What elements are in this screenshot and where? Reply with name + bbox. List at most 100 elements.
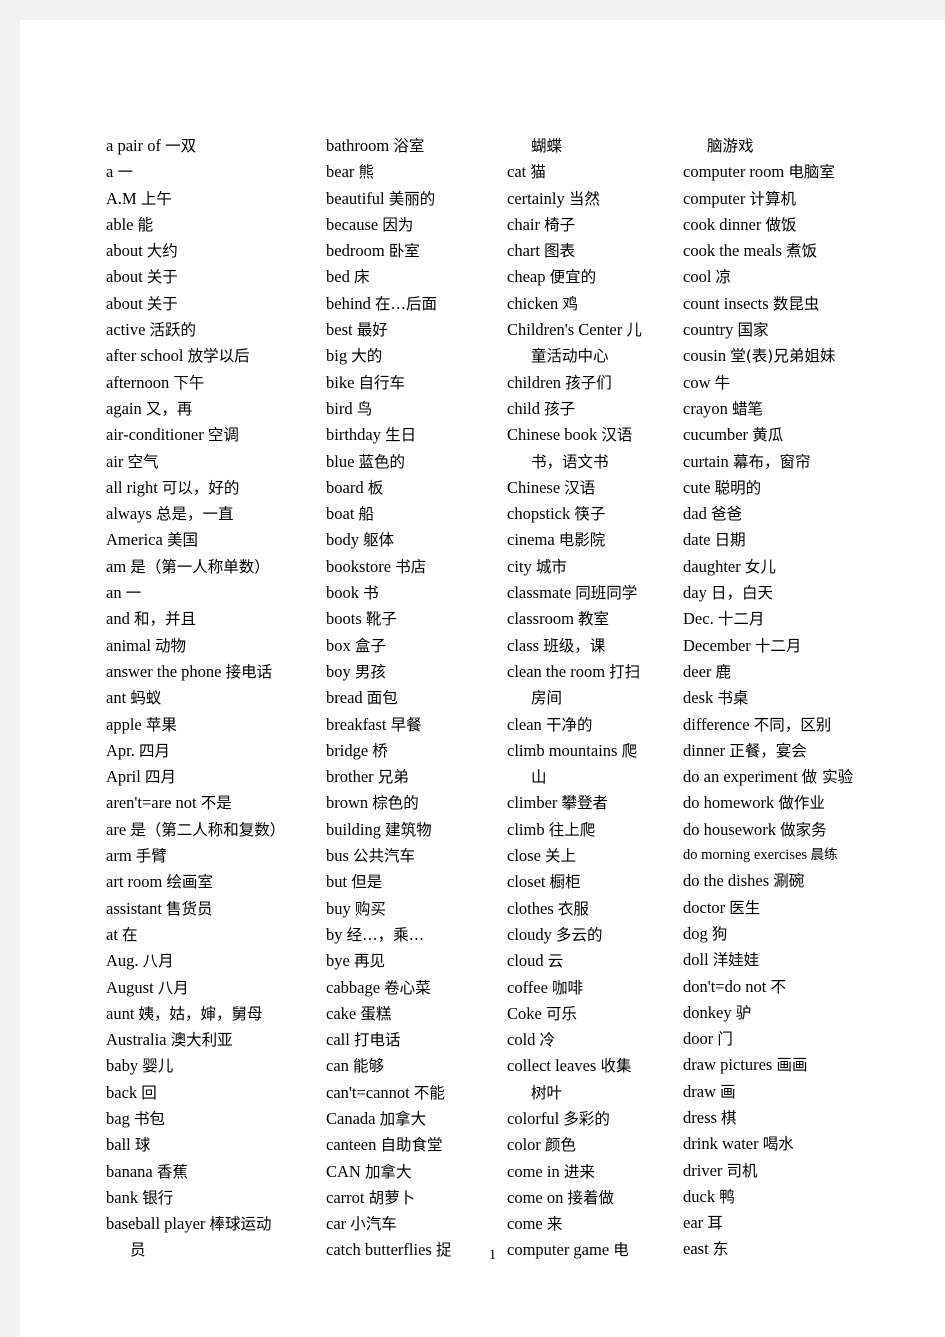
- vocabulary-entry: close 关上: [507, 843, 677, 869]
- entry-english: collect leaves: [507, 1056, 597, 1076]
- entry-english: at: [106, 924, 118, 944]
- vocabulary-entry: assistant 售货员: [106, 896, 318, 922]
- entry-chinese: 棋: [721, 1108, 737, 1127]
- entry-chinese: 书店: [395, 557, 427, 576]
- vocabulary-entry: a pair of 一双: [106, 133, 318, 159]
- entry-chinese: 姨，姑，婶，舅母: [138, 1004, 263, 1023]
- entry-english: air-conditioner: [106, 425, 204, 445]
- entry-chinese: 面包: [366, 689, 398, 708]
- vocabulary-entry: cool 凉: [683, 264, 893, 290]
- vocabulary-entry: Coke 可乐: [507, 1001, 677, 1027]
- entry-english: bread: [326, 688, 363, 708]
- vocabulary-entry: about 关于: [106, 264, 318, 290]
- entry-chinese: 是（第一人称单数）: [130, 557, 270, 576]
- entry-english: can: [326, 1056, 349, 1076]
- entry-chinese: 来: [546, 1215, 563, 1234]
- vocabulary-entry: always 总是，一直: [106, 501, 318, 527]
- entry-english: cabbage: [326, 977, 381, 997]
- entry-english: carrot: [326, 1187, 365, 1207]
- vocabulary-entry: cute 聪明的: [683, 475, 893, 501]
- vocabulary-entry: August 八月: [106, 975, 318, 1001]
- entry-english: classmate: [507, 583, 572, 603]
- vocabulary-entry: all right 可以，好的: [106, 475, 318, 501]
- vocabulary-column-1: a pair of 一双 a 一 A.M 上午 able 能 about 大约 about…: [106, 133, 326, 1264]
- entry-english: Aug.: [106, 951, 139, 971]
- entry-english: city: [507, 556, 532, 576]
- entry-chinese: 教室: [578, 610, 610, 629]
- entry-english: child: [507, 398, 540, 418]
- entry-chinese: 咖啡: [552, 978, 584, 997]
- vocabulary-entry: building 建筑物: [326, 817, 501, 843]
- vocabulary-entry: doctor 医生: [683, 895, 893, 921]
- entry-english: December: [683, 635, 751, 655]
- vocabulary-entry: daughter 女儿: [683, 554, 893, 580]
- entry-english: dinner: [683, 740, 726, 760]
- entry-chinese: 橱柜: [549, 873, 581, 892]
- entry-english: book: [326, 583, 359, 603]
- vocabulary-entry: driver 司机: [683, 1158, 893, 1184]
- entry-english: closet: [507, 872, 546, 892]
- entry-english: cloudy: [507, 924, 552, 944]
- entry-chinese: 可乐: [545, 1004, 577, 1023]
- entry-chinese: 靴子: [365, 610, 397, 629]
- vocabulary-entry: chart 图表: [507, 238, 677, 264]
- entry-english: and: [106, 609, 130, 629]
- entry-chinese: 蝴蝶: [531, 137, 563, 155]
- entry-english: but: [326, 872, 348, 892]
- entry-english: day: [683, 583, 707, 603]
- entry-chinese: 牛: [714, 373, 731, 392]
- entry-chinese: 书: [363, 584, 379, 603]
- entry-chinese: 八月: [157, 978, 189, 997]
- vocabulary-entry: book 书: [326, 580, 501, 606]
- entry-chinese: 图表: [544, 242, 576, 261]
- entry-english: chopstick: [507, 504, 571, 524]
- vocabulary-entry: ant 蚂蚁: [106, 685, 318, 711]
- entry-english: come: [507, 1214, 543, 1234]
- entry-english: bear: [326, 162, 355, 182]
- entry-chinese: 衣服: [557, 899, 589, 918]
- entry-chinese: 书桌: [717, 689, 749, 708]
- entry-chinese: 最好: [356, 321, 388, 340]
- entry-chinese: 浴室: [393, 137, 425, 155]
- entry-chinese: 下午: [173, 373, 205, 392]
- entry-english: desk: [683, 688, 714, 708]
- entry-english: car: [326, 1214, 347, 1234]
- entry-english: about: [106, 293, 143, 313]
- vocabulary-entry: cook dinner 做饭: [683, 212, 893, 238]
- entry-chinese: 一双: [165, 137, 197, 155]
- entry-chinese: 幕布，窗帘: [732, 452, 811, 471]
- vocabulary-entry: active 活跃的: [106, 317, 318, 343]
- entry-english: can't=cannot: [326, 1082, 410, 1102]
- entry-chinese: 画画: [776, 1056, 808, 1075]
- entry-chinese: 不是: [200, 794, 232, 813]
- entry-english: cheap: [507, 267, 546, 287]
- entry-chinese: 蛋糕: [360, 1004, 392, 1023]
- vocabulary-entry: cloudy 多云的: [507, 922, 677, 948]
- entry-english: breakfast: [326, 714, 387, 734]
- entry-english: do morning exercises: [683, 847, 808, 864]
- vocabulary-entry: again 又，再: [106, 396, 318, 422]
- vocabulary-entry: banana 香蕉: [106, 1159, 318, 1185]
- entry-english: chart: [507, 241, 540, 261]
- vocabulary-entry: am 是（第一人称单数）: [106, 554, 318, 580]
- vocabulary-entry: cheap 便宜的: [507, 264, 677, 290]
- entry-chinese: 攀登者: [561, 794, 609, 813]
- entry-chinese: 聪明的: [714, 478, 762, 497]
- entry-english: dog: [683, 923, 708, 943]
- entry-english: cucumber: [683, 425, 749, 445]
- entry-english: climber: [507, 793, 558, 813]
- entry-english: always: [106, 504, 152, 524]
- entry-english: animal: [106, 635, 151, 655]
- entry-chinese: 门: [717, 1030, 733, 1049]
- entry-english: about: [106, 241, 143, 261]
- entry-english: cat: [507, 162, 527, 182]
- entry-chinese: 美国: [166, 531, 198, 550]
- entry-chinese: 电脑室: [788, 163, 835, 182]
- vocabulary-entry: animal 动物: [106, 633, 318, 659]
- entry-chinese: 银行: [142, 1188, 174, 1207]
- entry-english: bye: [326, 951, 350, 971]
- entry-chinese: 汉语: [564, 478, 596, 497]
- vocabulary-entry: don't=do not 不: [683, 974, 893, 1000]
- entry-chinese: 凉: [715, 268, 732, 287]
- entry-chinese: 卷心菜: [384, 978, 431, 997]
